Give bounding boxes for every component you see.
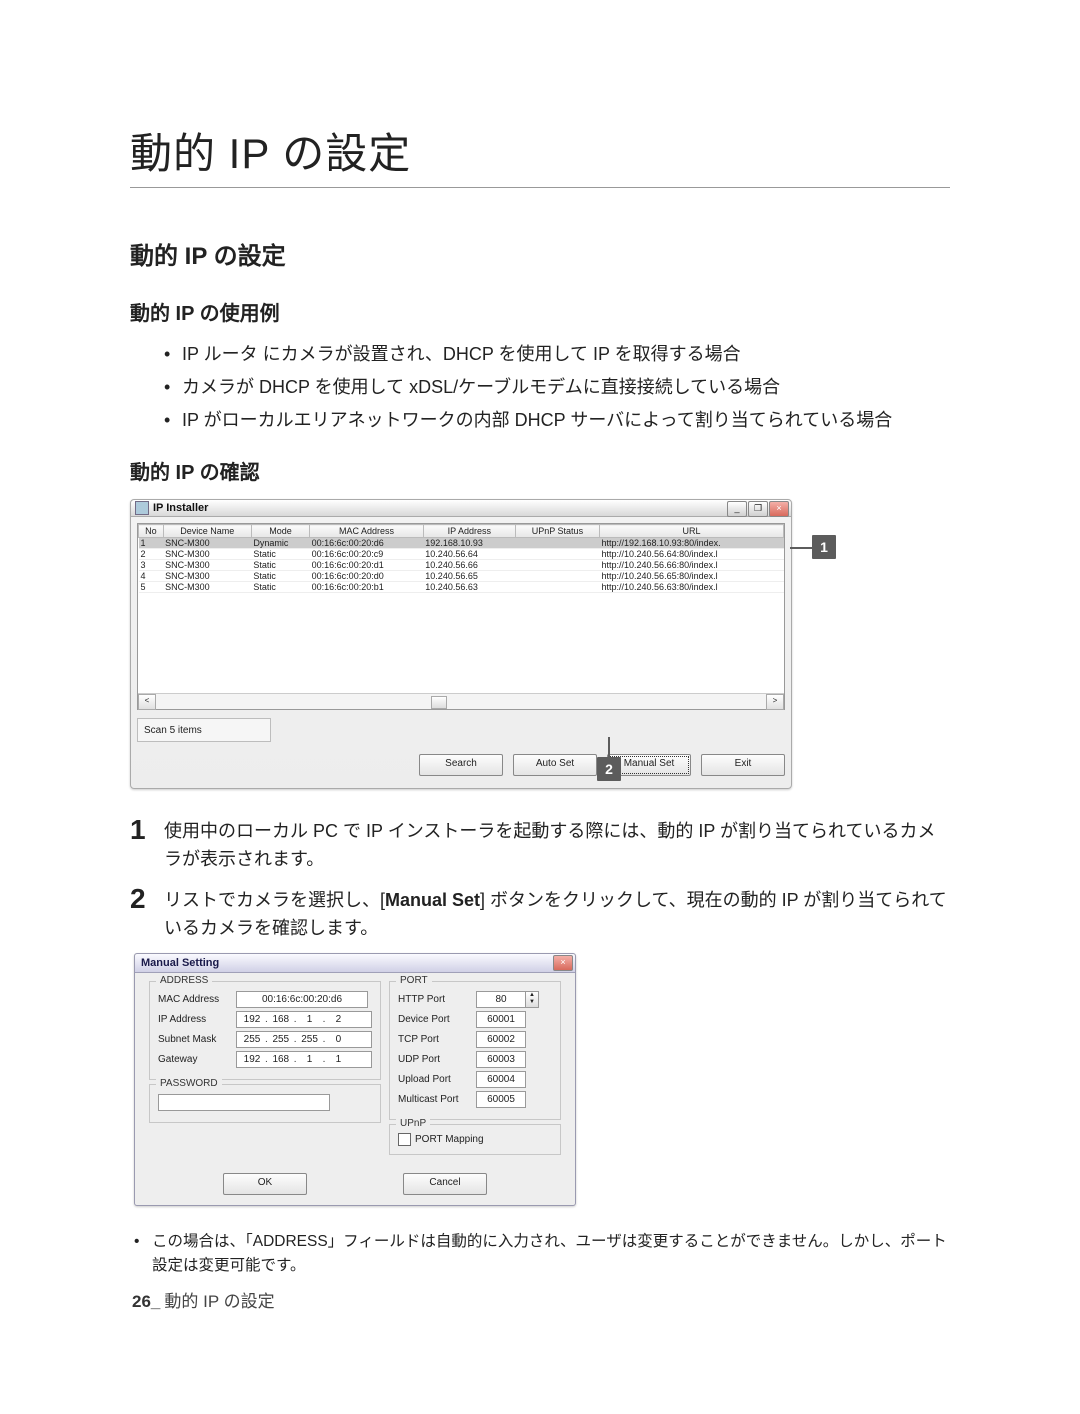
page-title: 動的 IP の設定 xyxy=(130,120,950,188)
http-port-field[interactable]: 80 xyxy=(476,991,526,1008)
fieldset-port: PORT HTTP Port80▲▼ Device Port60001 TCP … xyxy=(389,981,561,1120)
upload-port-field[interactable]: 60004 xyxy=(476,1071,526,1088)
search-button[interactable]: Search xyxy=(419,754,503,776)
close-button[interactable]: × xyxy=(553,955,573,971)
subnet-mask-field[interactable]: 255.255.255.0 xyxy=(236,1031,372,1048)
note-text: この場合は、「ADDRESS」フィールドは自動的に入力され、ユーザは変更すること… xyxy=(152,1230,950,1278)
app-icon xyxy=(135,501,149,515)
ok-button[interactable]: OK xyxy=(223,1173,307,1195)
section-heading: 動的 IP の設定 xyxy=(130,236,950,271)
col-mac[interactable]: MAC Address xyxy=(310,525,424,538)
list-item: IP ルータ にカメラが設置され、DHCP を使用して IP を取得する場合 xyxy=(164,340,950,369)
label-upload-port: Upload Port xyxy=(398,1074,476,1085)
label-device-port: Device Port xyxy=(398,1014,476,1025)
figure-ip-installer: IP Installer _ ❐ × No Device Name Mod xyxy=(130,499,950,789)
legend-port: PORT xyxy=(396,975,432,986)
col-mode[interactable]: Mode xyxy=(251,525,309,538)
maximize-button[interactable]: ❐ xyxy=(748,501,768,517)
legend-upnp: UPnP xyxy=(396,1118,430,1129)
callout-1: 1 xyxy=(812,535,836,559)
table-row[interactable]: 4 SNC-M300 Static 00:16:6c:00:20:d0 10.2… xyxy=(139,571,784,582)
gateway-field[interactable]: 192.168.1.1 xyxy=(236,1051,372,1068)
callout-2: 2 xyxy=(597,757,621,781)
label-udp-port: UDP Port xyxy=(398,1054,476,1065)
port-mapping-checkbox[interactable] xyxy=(398,1133,411,1146)
label-http-port: HTTP Port xyxy=(398,994,476,1005)
table-row[interactable]: 5 SNC-M300 Static 00:16:6c:00:20:b1 10.2… xyxy=(139,582,784,593)
step-2: 2 リストでカメラを選択し、[Manual Set] ボタンをクリックして、現在… xyxy=(130,884,950,943)
ip-address-field[interactable]: 192.168.1.2 xyxy=(236,1011,372,1028)
col-upnp[interactable]: UPnP Status xyxy=(515,525,599,538)
auto-set-button[interactable]: Auto Set xyxy=(513,754,597,776)
step-text: 使用中のローカル PC で IP インストーラを起動する際には、動的 IP が割… xyxy=(164,815,950,874)
fieldset-address: ADDRESS MAC Address 00:16:6c:00:20:d6 IP… xyxy=(149,981,381,1080)
label-subnet: Subnet Mask xyxy=(158,1034,236,1045)
label-multicast-port: Multicast Port xyxy=(398,1094,476,1105)
step-number: 1 xyxy=(130,815,164,846)
dialog-title: Manual Setting xyxy=(141,957,219,969)
window-ip-installer: IP Installer _ ❐ × No Device Name Mod xyxy=(130,499,792,789)
subsection-usage: 動的 IP の使用例 xyxy=(130,297,950,326)
password-field[interactable] xyxy=(158,1094,330,1111)
table-row[interactable]: 2 SNC-M300 Static 00:16:6c:00:20:c9 10.2… xyxy=(139,549,784,560)
horizontal-scrollbar[interactable]: < > xyxy=(138,693,784,709)
legend-address: ADDRESS xyxy=(156,975,212,986)
label-mac: MAC Address xyxy=(158,994,236,1005)
usage-list: IP ルータ にカメラが設置され、DHCP を使用して IP を取得する場合 カ… xyxy=(164,340,950,434)
list-item: IP がローカルエリアネットワークの内部 DHCP サーバによって割り当てられて… xyxy=(164,406,950,435)
list-item: カメラが DHCP を使用して xDSL/ケーブルモデムに直接接続している場合 xyxy=(164,373,950,402)
label-port-mapping: PORT Mapping xyxy=(415,1134,484,1145)
table-row[interactable]: 3 SNC-M300 Static 00:16:6c:00:20:d1 10.2… xyxy=(139,560,784,571)
stepper-icon[interactable]: ▲▼ xyxy=(525,991,539,1008)
callout-line xyxy=(790,547,812,549)
step-text: リストでカメラを選択し、[Manual Set] ボタンをクリックして、現在の動… xyxy=(164,884,950,943)
device-table[interactable]: No Device Name Mode MAC Address IP Addre… xyxy=(137,523,785,710)
col-no[interactable]: No xyxy=(139,525,164,538)
close-button[interactable]: × xyxy=(769,501,789,517)
page-number: 26_ xyxy=(132,1292,160,1311)
col-device-name[interactable]: Device Name xyxy=(163,525,251,538)
page-footer: 26_動的 IP の設定 xyxy=(132,1287,275,1312)
callout-line xyxy=(608,737,610,757)
col-url[interactable]: URL xyxy=(600,525,784,538)
exit-button[interactable]: Exit xyxy=(701,754,785,776)
device-port-field[interactable]: 60001 xyxy=(476,1011,526,1028)
step-1: 1 使用中のローカル PC で IP インストーラを起動する際には、動的 IP … xyxy=(130,815,950,874)
col-ip[interactable]: IP Address xyxy=(423,525,515,538)
table-row[interactable]: 1 SNC-M300 Dynamic 00:16:6c:00:20:d6 192… xyxy=(139,538,784,549)
tcp-port-field[interactable]: 60002 xyxy=(476,1031,526,1048)
window-title: IP Installer xyxy=(153,502,208,514)
legend-password: PASSWORD xyxy=(156,1078,222,1089)
minimize-button[interactable]: _ xyxy=(727,501,747,517)
mac-address-field: 00:16:6c:00:20:d6 xyxy=(236,991,368,1008)
subsection-check: 動的 IP の確認 xyxy=(130,456,950,485)
scroll-right-button[interactable]: > xyxy=(766,694,784,710)
fieldset-upnp: UPnP PORT Mapping xyxy=(389,1124,561,1155)
scrollbar-thumb[interactable] xyxy=(431,696,447,709)
scroll-left-button[interactable]: < xyxy=(138,694,156,710)
cancel-button[interactable]: Cancel xyxy=(403,1173,487,1195)
multicast-port-field[interactable]: 60005 xyxy=(476,1091,526,1108)
label-gateway: Gateway xyxy=(158,1054,236,1065)
udp-port-field[interactable]: 60003 xyxy=(476,1051,526,1068)
step-number: 2 xyxy=(130,884,164,915)
label-tcp-port: TCP Port xyxy=(398,1034,476,1045)
footer-section: 動的 IP の設定 xyxy=(164,1292,274,1311)
fieldset-password: PASSWORD xyxy=(149,1084,381,1123)
scan-status: Scan 5 items xyxy=(137,718,271,742)
dialog-manual-setting: Manual Setting × ADDRESS MAC Address 00:… xyxy=(134,953,576,1206)
label-ip: IP Address xyxy=(158,1014,236,1025)
